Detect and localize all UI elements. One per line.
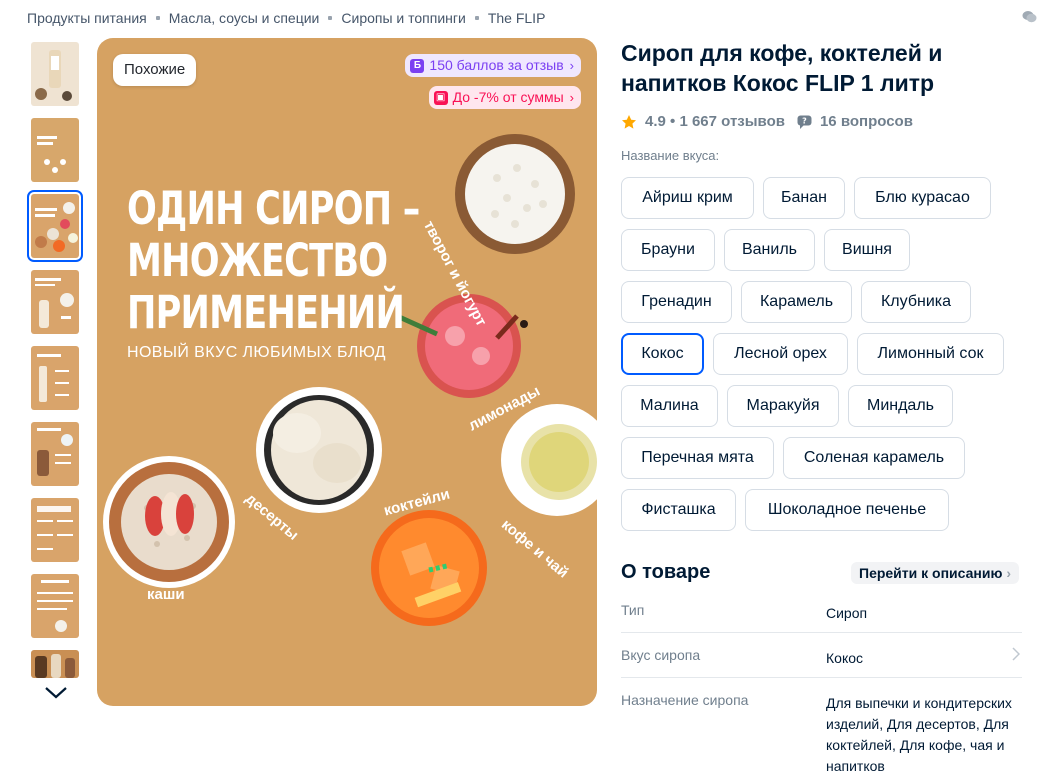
flavor-chip[interactable]: Лимонный сок [857, 333, 1004, 375]
points-icon: Б [410, 58, 425, 73]
flavor-label: Название вкуса: [621, 148, 720, 163]
spec-value: Для выпечки и кондитерских изделий, Для … [826, 695, 1012, 774]
flavor-chip[interactable]: Гренадин [621, 281, 732, 323]
spec-key: Тип [621, 602, 645, 618]
svg-text:?: ? [802, 116, 807, 125]
about-title: О товаре [621, 561, 711, 583]
chevron-down-icon[interactable] [43, 684, 69, 702]
breadcrumb-separator [155, 16, 160, 20]
breadcrumb-item[interactable]: Сиропы и топпинги [341, 10, 465, 26]
hero-title: ОДИН СИРОП – МНОЖЕСТВО ПРИМЕНЕНИЙ [127, 183, 420, 339]
chevron-right-icon: › [569, 90, 574, 105]
rating-row: 4.9 • 1 667 отзывов ? 16 вопросов [621, 113, 913, 130]
spec-value: Сироп [826, 605, 868, 621]
product-main-image[interactable]: Похожие Б 150 баллов за отзыв › ▣ До -7%… [97, 38, 597, 706]
spec-key: Вкус сиропа [621, 647, 701, 663]
spec-value: Кокос [826, 650, 864, 666]
rating-separator: • [665, 113, 680, 130]
flavor-chip[interactable]: Малина [621, 385, 718, 427]
hero-title-line: ПРИМЕНЕНИЙ [127, 286, 405, 339]
chat-icon[interactable] [1022, 10, 1037, 24]
flavor-chip[interactable]: Вишня [824, 229, 910, 271]
reviews-link[interactable]: 1 667 отзывов [679, 113, 785, 130]
questions-link[interactable]: 16 вопросов [820, 113, 913, 130]
breadcrumb-item[interactable]: The FLIP [488, 10, 546, 26]
go-to-description-label: Перейти к описанию [859, 565, 1003, 581]
flavor-chip[interactable]: Блю курасао [854, 177, 991, 219]
spec-row: Тип Сироп [621, 602, 1022, 633]
discount-label: До -7% от суммы [452, 89, 564, 105]
chevron-right-icon: › [1006, 565, 1012, 581]
label-kashi: каши [147, 586, 185, 603]
question-icon: ? [797, 115, 812, 129]
discount-badge[interactable]: ▣ До -7% от суммы › [428, 86, 581, 109]
product-title: Сироп для кофе, коктелей и напитков Коко… [621, 40, 943, 96]
chevron-right-icon [1012, 647, 1020, 661]
thumbnail-9[interactable] [31, 650, 79, 678]
spec-key: Назначение сиропа [621, 692, 749, 708]
breadcrumb-item[interactable]: Продукты питания [27, 10, 147, 26]
breadcrumb-separator [474, 16, 479, 20]
flavor-chip[interactable]: Маракуйя [727, 385, 839, 427]
thumbnail-6[interactable] [31, 422, 79, 486]
flavor-chip[interactable]: Соленая карамель [783, 437, 965, 479]
thumbnail-4[interactable] [31, 270, 79, 334]
flavor-chip[interactable]: Банан [763, 177, 845, 219]
spec-row[interactable]: Вкус сиропа Кокос [621, 647, 1022, 678]
chevron-right-icon: › [569, 58, 574, 73]
thumbnail-2[interactable] [31, 118, 79, 182]
go-to-description-button[interactable]: Перейти к описанию › [851, 562, 1020, 584]
flavor-chip[interactable]: Брауни [621, 229, 715, 271]
review-points-label: 150 баллов за отзыв [429, 57, 564, 73]
thumbnail-5[interactable] [31, 346, 79, 410]
similar-button[interactable]: Похожие [113, 54, 197, 86]
flavor-chip[interactable]: Фисташка [621, 489, 736, 531]
thumbnail-8[interactable] [31, 574, 79, 638]
flavor-chip-selected[interactable]: Кокос [621, 333, 704, 375]
flavor-chip[interactable]: Айриш крим [621, 177, 754, 219]
rating-value: 4.9 [645, 113, 666, 130]
flavor-chip[interactable]: Клубника [861, 281, 971, 323]
breadcrumb: Продукты питания Масла, соусы и специи С… [27, 10, 545, 26]
flavor-chip[interactable]: Шоколадное печенье [745, 489, 949, 531]
flavor-chip[interactable]: Карамель [741, 281, 852, 323]
thumbnail-1[interactable] [31, 42, 79, 106]
flavor-chip[interactable]: Перечная мята [621, 437, 774, 479]
review-points-badge[interactable]: Б 150 баллов за отзыв › [405, 54, 581, 77]
hero-subtitle: НОВЫЙ ВКУС ЛЮБИМЫХ БЛЮД [127, 344, 386, 361]
food-illustration [103, 134, 597, 626]
shop-icon: ▣ [433, 90, 448, 105]
thumbnail-3[interactable] [27, 190, 83, 262]
thumbnail-7[interactable] [31, 498, 79, 562]
flavor-chip[interactable]: Ваниль [724, 229, 815, 271]
star-icon [622, 114, 636, 129]
breadcrumb-item[interactable]: Масла, соусы и специи [169, 10, 320, 26]
hero-title-line: МНОЖЕСТВО [127, 234, 388, 287]
hero-title-line: ОДИН СИРОП – [127, 182, 420, 235]
flavor-chip[interactable]: Лесной орех [713, 333, 848, 375]
spec-row: Назначение сиропа Для выпечки и кондитер… [621, 692, 1022, 776]
breadcrumb-separator [328, 16, 333, 20]
flavor-chip[interactable]: Миндаль [848, 385, 953, 427]
